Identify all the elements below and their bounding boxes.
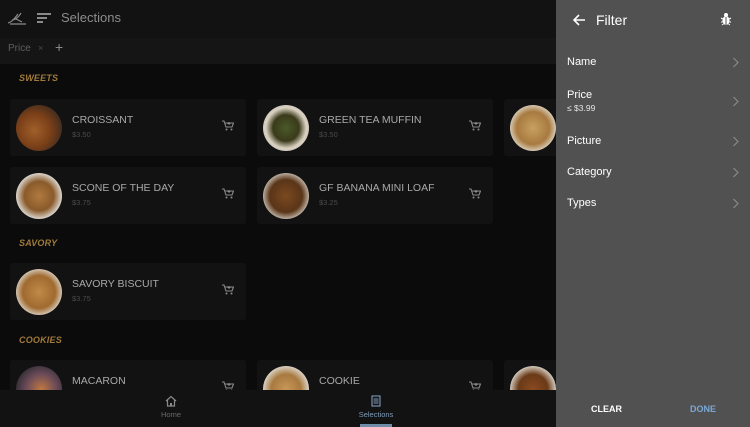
product-name: COOKIE: [319, 375, 360, 387]
logo-icon: [7, 12, 26, 25]
product-card[interactable]: MACARON: [10, 360, 246, 390]
product-name: GF BANANA MINI LOAF: [319, 182, 435, 194]
product-name: CROISSANT: [72, 114, 134, 126]
filter-picture-label: Picture: [567, 135, 602, 147]
chevron-right-icon: [733, 96, 739, 107]
filter-price-label: Price: [567, 89, 593, 101]
product-card[interactable]: [504, 99, 556, 156]
section-title-cookies: COOKIES: [19, 335, 62, 345]
app-root: Selections Price × + SWEETS CROISSANT $3…: [0, 0, 750, 427]
selections-icon: [371, 395, 381, 407]
product-image: [263, 366, 309, 390]
done-button[interactable]: DONE: [690, 404, 716, 414]
product-card[interactable]: GREEN TEA MUFFIN $3.50: [257, 99, 493, 156]
nav-selections-label: Selections: [358, 410, 394, 419]
filter-name-label: Name: [567, 56, 597, 68]
filter-types-label: Types: [567, 197, 597, 209]
add-filter-button[interactable]: +: [55, 39, 63, 55]
product-card[interactable]: CROISSANT $3.50: [10, 99, 246, 156]
add-to-cart-icon[interactable]: [222, 381, 234, 390]
top-bar: Selections: [0, 0, 556, 38]
remove-chip-icon[interactable]: ×: [38, 43, 43, 53]
page-title: Selections: [61, 10, 121, 25]
product-image: [16, 366, 62, 390]
filter-category-label: Category: [567, 166, 612, 178]
filter-row-category[interactable]: Category: [556, 166, 750, 194]
bottom-navigation: Home Selections: [0, 390, 556, 427]
section-title-savory: SAVORY: [19, 238, 58, 248]
filter-header: Filter: [556, 0, 750, 40]
back-arrow-icon[interactable]: [572, 13, 586, 27]
filter-price-value: ≤ $3.99: [567, 103, 596, 113]
product-image: [16, 105, 62, 151]
bug-icon[interactable]: [720, 12, 732, 26]
product-card[interactable]: COOKIE: [257, 360, 493, 390]
add-to-cart-icon[interactable]: [222, 188, 234, 199]
product-image: [510, 366, 556, 390]
product-price: $3.50: [319, 130, 338, 139]
nav-selections[interactable]: Selections: [346, 395, 406, 419]
product-card[interactable]: [504, 360, 556, 390]
chevron-right-icon: [733, 198, 739, 209]
product-price: $3.25: [319, 198, 338, 207]
product-image: [16, 269, 62, 315]
filter-row-picture[interactable]: Picture: [556, 135, 750, 163]
selections-list: SWEETS CROISSANT $3.50 GREEN TEA MUFFIN …: [0, 64, 556, 390]
nav-home[interactable]: Home: [141, 395, 201, 419]
chevron-right-icon: [733, 167, 739, 178]
nav-home-label: Home: [160, 410, 181, 419]
product-name: SAVORY BISCUIT: [72, 278, 159, 290]
add-to-cart-icon[interactable]: [469, 188, 481, 199]
product-image: [263, 105, 309, 151]
add-to-cart-icon[interactable]: [222, 284, 234, 295]
product-card[interactable]: SCONE OF THE DAY $3.75: [10, 167, 246, 224]
home-icon: [165, 395, 177, 407]
product-card[interactable]: GF BANANA MINI LOAF $3.25: [257, 167, 493, 224]
chevron-right-icon: [733, 57, 739, 68]
add-to-cart-icon[interactable]: [469, 120, 481, 131]
filter-chip-bar: Price × +: [0, 38, 556, 64]
product-image: [16, 173, 62, 219]
filter-row-price[interactable]: Price ≤ $3.99: [556, 89, 750, 117]
product-image: [510, 105, 556, 151]
price-chip[interactable]: Price: [8, 43, 31, 54]
add-to-cart-icon[interactable]: [469, 381, 481, 390]
clear-button[interactable]: CLEAR: [591, 404, 622, 414]
filter-title: Filter: [596, 12, 628, 28]
menu-icon[interactable]: [37, 11, 51, 25]
section-title-sweets: SWEETS: [19, 73, 59, 83]
filter-panel: Filter Name Price ≤ $3.99 Picture Catego…: [556, 0, 750, 427]
filter-row-name[interactable]: Name: [556, 56, 750, 84]
product-price: $3.75: [72, 294, 91, 303]
product-name: GREEN TEA MUFFIN: [319, 114, 422, 126]
chevron-right-icon: [733, 136, 739, 147]
product-name: MACARON: [72, 375, 126, 387]
product-card[interactable]: SAVORY BISCUIT $3.75: [10, 263, 246, 320]
product-price: $3.50: [72, 130, 91, 139]
product-name: SCONE OF THE DAY: [72, 182, 175, 194]
add-to-cart-icon[interactable]: [222, 120, 234, 131]
filter-row-types[interactable]: Types: [556, 197, 750, 225]
product-price: $3.75: [72, 198, 91, 207]
product-image: [263, 173, 309, 219]
